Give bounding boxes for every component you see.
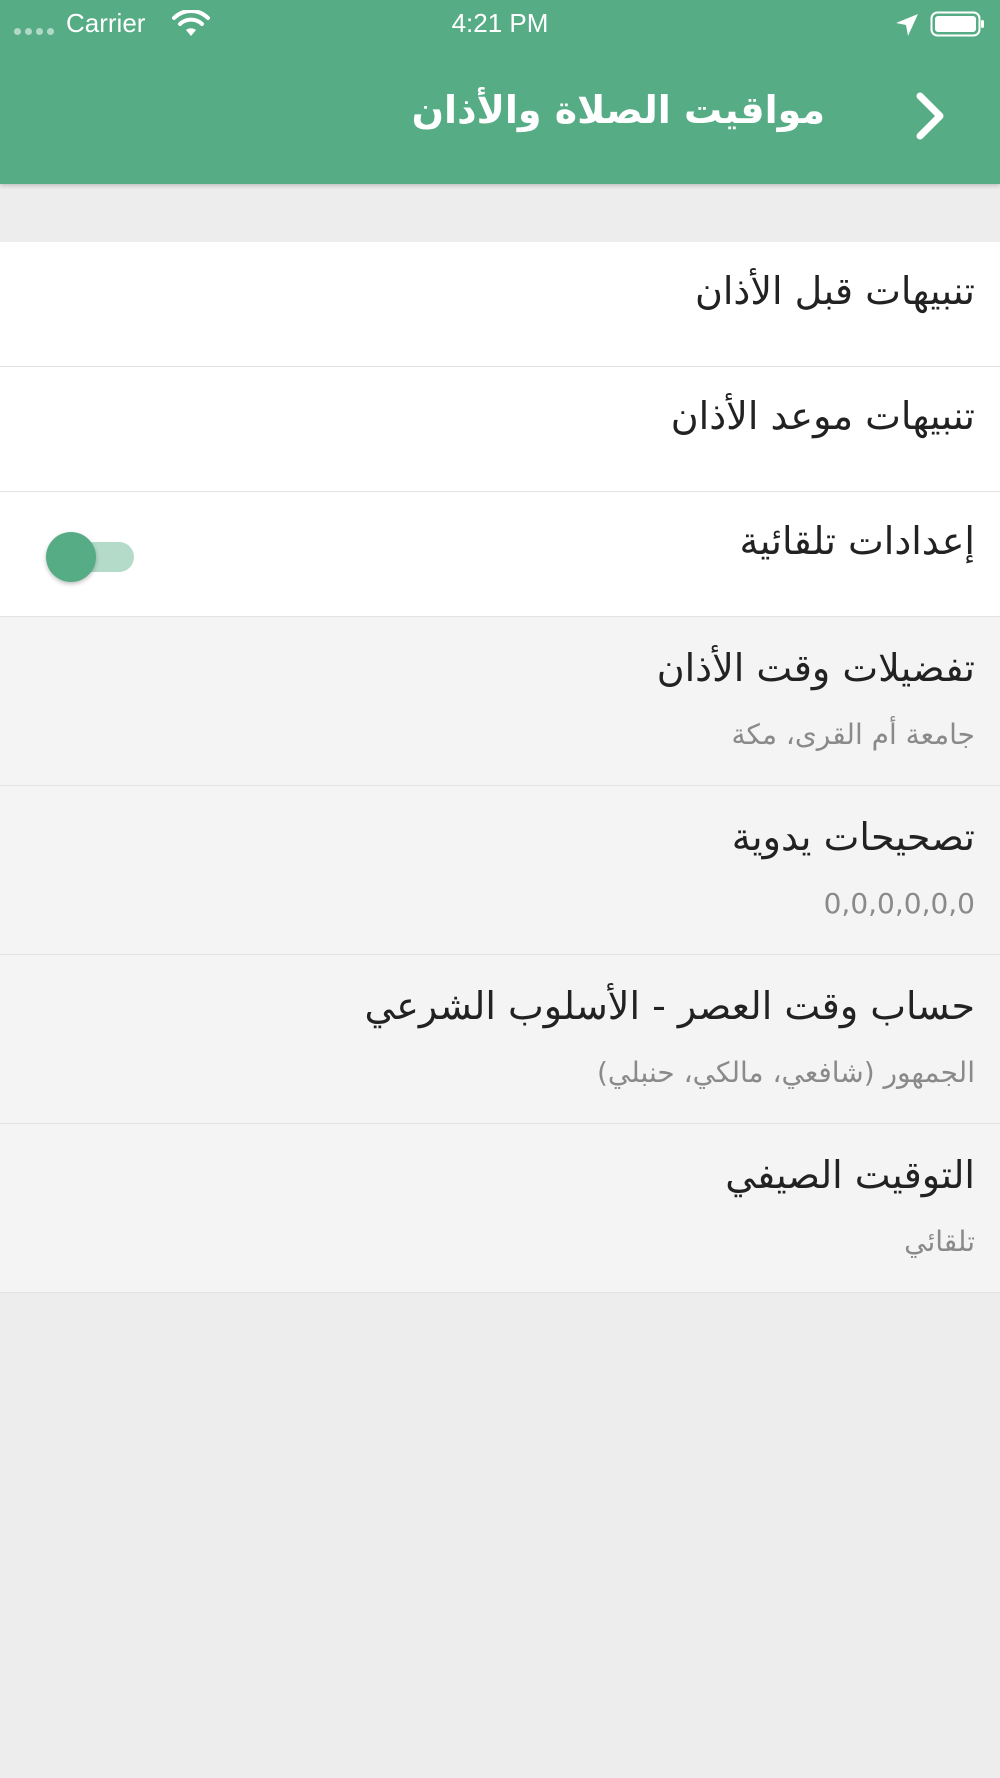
automatic-settings-toggle[interactable] <box>46 530 138 582</box>
toggle-thumb <box>46 532 96 582</box>
setting-daylight-saving[interactable]: التوقيت الصيفي تلقائي <box>0 1124 1000 1293</box>
setting-value: الجمهور (شافعي، مالكي، حنبلي) <box>597 1056 975 1089</box>
setting-title: تنبيهات قبل الأذان <box>694 269 975 313</box>
setting-value: جامعة أم القرى، مكة <box>731 718 975 751</box>
chevron-right-icon <box>916 92 944 140</box>
setting-title: إعدادات تلقائية <box>739 519 975 563</box>
setting-adhan-time-alerts[interactable]: تنبيهات موعد الأذان <box>0 367 1000 492</box>
setting-title: حساب وقت العصر - الأسلوب الشرعي <box>364 984 975 1028</box>
setting-before-adhan-alerts[interactable]: تنبيهات قبل الأذان <box>0 242 1000 367</box>
battery-icon <box>930 11 984 37</box>
setting-asr-calculation[interactable]: حساب وقت العصر - الأسلوب الشرعي الجمهور … <box>0 955 1000 1124</box>
location-arrow-icon <box>896 14 918 36</box>
setting-value: تلقائي <box>904 1225 975 1258</box>
back-button[interactable] <box>905 88 955 144</box>
app-header: Carrier 4:21 PM مواقيت الصلاة والأذان <box>0 0 1000 184</box>
setting-value: 0,0,0,0,0,0 <box>823 887 975 920</box>
setting-title: تصحيحات يدوية <box>731 815 975 859</box>
status-time: 4:21 PM <box>451 8 549 38</box>
page-title: مواقيت الصلاة والأذان <box>411 88 825 132</box>
setting-title: تنبيهات موعد الأذان <box>670 394 975 438</box>
setting-title: تفضيلات وقت الأذان <box>656 646 975 690</box>
settings-list: تنبيهات قبل الأذان تنبيهات موعد الأذان إ… <box>0 242 1000 1293</box>
setting-manual-corrections[interactable]: تصحيحات يدوية 0,0,0,0,0,0 <box>0 786 1000 955</box>
setting-title: التوقيت الصيفي <box>725 1153 975 1197</box>
setting-adhan-preferences[interactable]: تفضيلات وقت الأذان جامعة أم القرى، مكة <box>0 617 1000 786</box>
setting-automatic-settings: إعدادات تلقائية <box>0 492 1000 617</box>
status-bar: Carrier 4:21 PM <box>0 0 1000 48</box>
